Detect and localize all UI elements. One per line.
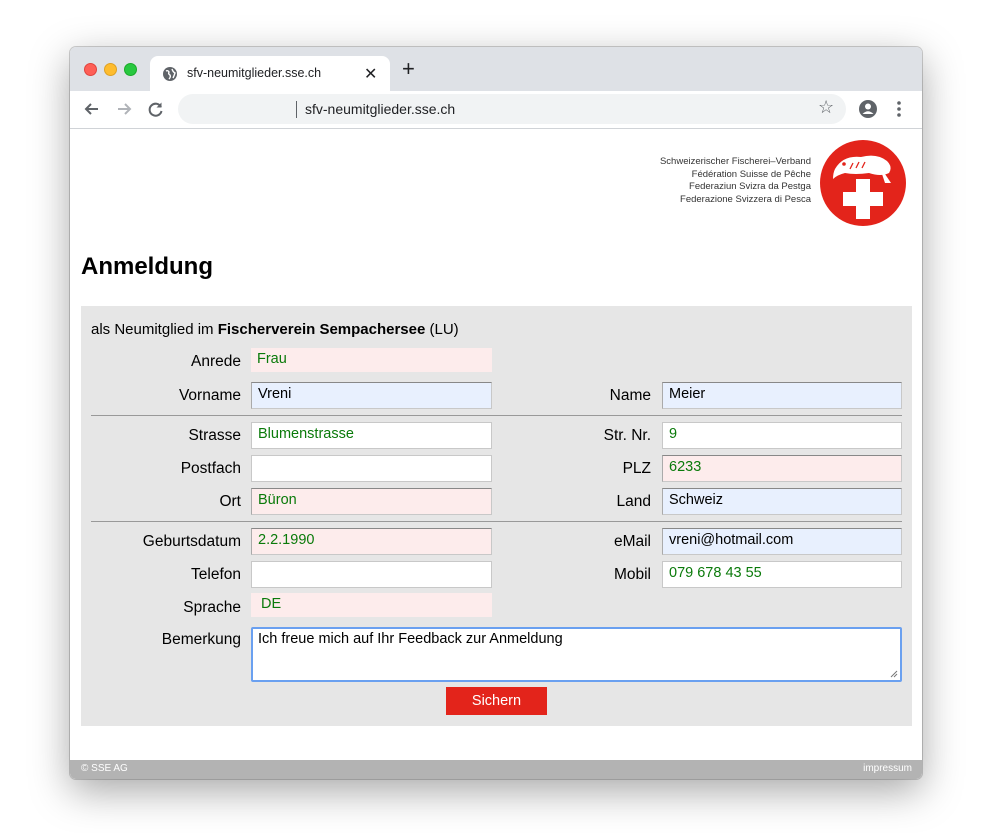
menu-dots-icon[interactable]: [896, 100, 902, 118]
org-name-fr: Fédération Suisse de Pêche: [691, 168, 811, 180]
page-content: Schweizerischer Fischerei–Verband Fédéra…: [70, 129, 922, 779]
strnr-input[interactable]: 9: [662, 422, 902, 449]
page-footer: © SSE AG impressum: [70, 760, 922, 779]
organization-names: Schweizerischer Fischerei–Verband Fédéra…: [660, 156, 811, 206]
forward-arrow-icon[interactable]: [114, 99, 134, 119]
telefon-input[interactable]: [251, 561, 492, 588]
strasse-input[interactable]: Blumenstrasse: [251, 422, 492, 449]
bemerkung-label: Bemerkung: [161, 631, 241, 648]
maximize-window-button[interactable]: [124, 63, 137, 76]
plz-label: PLZ: [622, 460, 651, 477]
email-input[interactable]: vreni@hotmail.com: [662, 528, 902, 555]
name-label: Name: [609, 387, 651, 404]
mobil-label: Mobil: [613, 566, 651, 583]
back-arrow-icon[interactable]: [82, 99, 102, 119]
sfv-fish-cross-logo: [820, 140, 906, 226]
form-intro: als Neumitglied im Fischerverein Sempach…: [91, 321, 459, 338]
browser-tab[interactable]: sfv-neumitglieder.sse.ch ✕: [150, 56, 390, 91]
impressum-link[interactable]: impressum: [863, 763, 912, 774]
postfach-input[interactable]: [251, 455, 492, 482]
browser-window: sfv-neumitglieder.sse.ch ✕ + sfv-neumitg…: [70, 47, 922, 779]
tab-bar: sfv-neumitglieder.sse.ch ✕ +: [70, 47, 922, 91]
vorname-label: Vorname: [178, 387, 241, 404]
mobil-input[interactable]: 079 678 43 55: [662, 561, 902, 588]
address-separator: [296, 101, 297, 118]
postfach-label: Postfach: [180, 460, 241, 477]
club-name: Fischerverein Sempachersee: [217, 321, 426, 338]
save-button[interactable]: Sichern: [446, 687, 547, 715]
org-name-rm: Federaziun Svizra da Pestga: [689, 181, 811, 192]
section-divider: [91, 521, 902, 522]
page-title: Anmeldung: [81, 253, 213, 280]
intro-prefix: als Neumitglied im: [91, 321, 218, 338]
anrede-label: Anrede: [191, 353, 241, 370]
intro-suffix: (LU): [425, 321, 459, 338]
close-tab-icon[interactable]: ✕: [364, 64, 377, 84]
land-label: Land: [616, 493, 651, 510]
org-name-de: Schweizerischer Fischerei–Verband: [659, 156, 811, 167]
section-divider: [91, 415, 902, 416]
email-label: eMail: [613, 533, 651, 550]
globe-icon: [163, 67, 177, 81]
telefon-label: Telefon: [191, 566, 241, 583]
address-bar[interactable]: sfv-neumitglieder.sse.ch ☆: [178, 94, 846, 124]
geburtsdatum-input[interactable]: 2.2.1990: [251, 528, 492, 555]
ort-input[interactable]: Büron: [251, 488, 492, 515]
strnr-label: Str. Nr.: [603, 427, 651, 444]
sprache-label: Sprache: [183, 599, 241, 616]
browser-toolbar: sfv-neumitglieder.sse.ch ☆: [70, 91, 922, 129]
anrede-select[interactable]: Frau: [251, 348, 492, 372]
registration-form: als Neumitglied im Fischerverein Sempach…: [81, 306, 912, 726]
name-input[interactable]: Meier: [662, 382, 902, 409]
vorname-input[interactable]: Vreni: [251, 382, 492, 409]
tab-title: sfv-neumitglieder.sse.ch: [187, 66, 322, 80]
bemerkung-textarea[interactable]: Ich freue mich auf Ihr Feedback zur Anme…: [251, 627, 902, 682]
geburtsdatum-label: Geburtsdatum: [142, 533, 241, 550]
bemerkung-text: Ich freue mich auf Ihr Feedback zur Anme…: [258, 631, 563, 647]
strasse-label: Strasse: [188, 427, 241, 444]
close-window-button[interactable]: [84, 63, 97, 76]
sprache-select[interactable]: DE: [251, 593, 492, 617]
copyright-text: © SSE AG: [81, 763, 128, 774]
bookmark-star-icon[interactable]: ☆: [818, 97, 834, 118]
land-input[interactable]: Schweiz: [662, 488, 902, 515]
url-text: sfv-neumitglieder.sse.ch: [305, 101, 456, 117]
resize-handle-icon[interactable]: [890, 670, 898, 678]
plz-input[interactable]: 6233: [662, 455, 902, 482]
org-name-it: Federazione Svizzera di Pesca: [680, 193, 811, 205]
ort-label: Ort: [219, 493, 241, 510]
account-icon[interactable]: [858, 99, 878, 119]
minimize-window-button[interactable]: [104, 63, 117, 76]
new-tab-button[interactable]: +: [402, 58, 415, 80]
reload-icon[interactable]: [146, 99, 166, 119]
